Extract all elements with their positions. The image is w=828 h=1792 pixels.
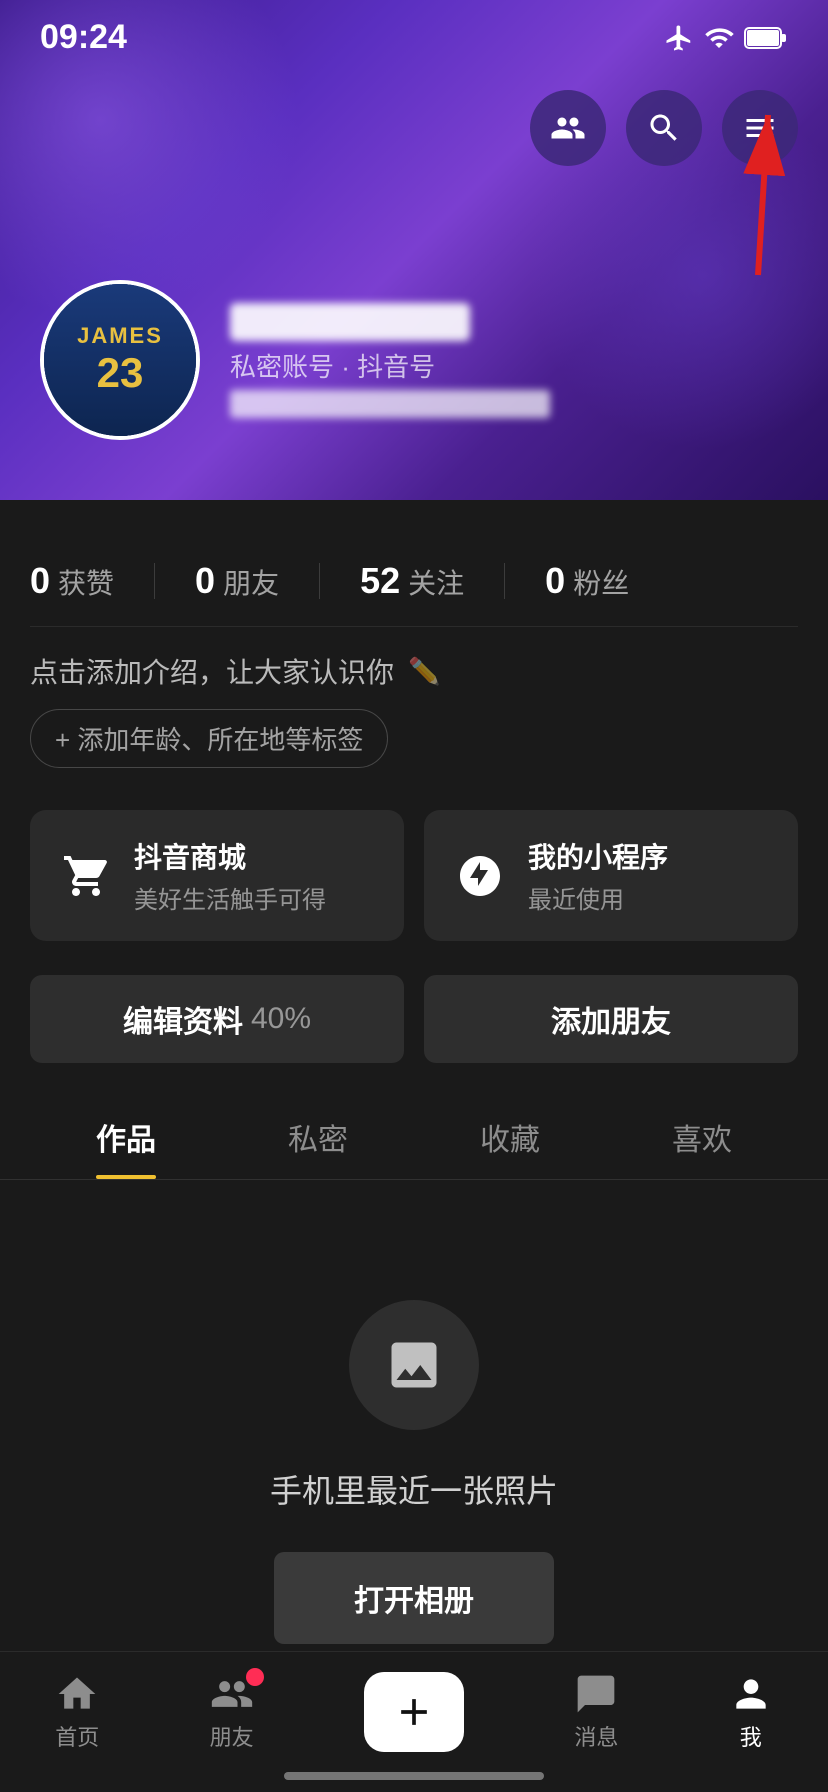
empty-title: 手机里最近一张照片 xyxy=(270,1466,558,1512)
bio-placeholder[interactable]: 点击添加介绍，让大家认识你 ✏️ xyxy=(30,651,798,691)
add-content-button[interactable] xyxy=(364,1672,464,1752)
nav-me[interactable]: 我 xyxy=(729,1672,773,1752)
stat-followers[interactable]: 0 粉丝 xyxy=(545,560,629,602)
nav-friends-label: 朋友 xyxy=(210,1720,254,1752)
nav-messages[interactable]: 消息 xyxy=(574,1672,618,1752)
jersey-graphic: JAMES 23 xyxy=(44,284,196,436)
following-count: 52 xyxy=(360,560,400,602)
mini-program-card[interactable]: 我的小程序 最近使用 xyxy=(424,810,798,941)
header-actions xyxy=(530,90,798,166)
avatar-image: JAMES 23 xyxy=(44,284,196,436)
followers-label: 粉丝 xyxy=(573,562,629,602)
stat-likes[interactable]: 0 获赞 xyxy=(30,560,114,602)
empty-icon-wrapper xyxy=(349,1300,479,1430)
mall-title: 抖音商城 xyxy=(134,836,326,876)
nav-home-label: 首页 xyxy=(55,1720,99,1752)
nav-messages-label: 消息 xyxy=(574,1720,618,1752)
add-tag-button[interactable]: + 添加年龄、所在地等标签 xyxy=(30,709,388,768)
mall-text: 抖音商城 美好生活触手可得 xyxy=(134,836,326,915)
tab-works-label: 作品 xyxy=(96,1124,156,1157)
edit-profile-button[interactable]: 编辑资料 40% xyxy=(30,975,404,1063)
tab-likes-label: 喜欢 xyxy=(672,1124,732,1157)
action-buttons: 编辑资料 40% 添加朋友 xyxy=(30,965,798,1091)
likes-count: 0 xyxy=(30,560,50,602)
mini-program-text: 我的小程序 最近使用 xyxy=(528,836,668,915)
jersey-number: 23 xyxy=(77,349,163,397)
add-friend-button[interactable]: 添加朋友 xyxy=(424,975,798,1063)
edit-label: 编辑资料 xyxy=(123,997,243,1041)
mini-program-title: 我的小程序 xyxy=(528,836,668,876)
likes-label: 获赞 xyxy=(58,562,114,602)
plus-icon xyxy=(392,1690,436,1734)
followers-count: 0 xyxy=(545,560,565,602)
main-content: 0 获赞 0 朋友 52 关注 0 粉丝 点击添加介绍，让大家认识你 ✏️ + … xyxy=(0,500,828,1792)
cart-icon xyxy=(58,848,114,904)
tabs-row: 作品 私密 收藏 喜欢 xyxy=(0,1091,828,1180)
user-sub-info: 私密账号 · 抖音号 xyxy=(230,347,550,384)
friends-label: 朋友 xyxy=(223,562,279,602)
friends-badge xyxy=(246,1668,264,1686)
username-blurred xyxy=(230,303,470,341)
edit-bio-icon: ✏️ xyxy=(408,656,440,687)
bio-text: 点击添加介绍，让大家认识你 xyxy=(30,651,394,691)
airplane-icon xyxy=(664,23,694,53)
profile-header: JAMES 23 私密账号 · 抖音号 xyxy=(0,0,828,500)
home-icon xyxy=(55,1672,99,1716)
bottom-nav: 首页 朋友 消息 我 xyxy=(0,1651,828,1792)
user-info: JAMES 23 私密账号 · 抖音号 xyxy=(40,280,550,440)
search-button[interactable] xyxy=(626,90,702,166)
nav-home[interactable]: 首页 xyxy=(55,1672,99,1752)
tab-works[interactable]: 作品 xyxy=(30,1091,222,1179)
tab-private-label: 私密 xyxy=(288,1124,348,1157)
status-time: 09:24 xyxy=(40,18,127,57)
bio-section: 点击添加介绍，让大家认识你 ✏️ + 添加年龄、所在地等标签 xyxy=(30,627,798,786)
nav-friends[interactable]: 朋友 xyxy=(210,1672,254,1752)
mini-program-subtitle: 最近使用 xyxy=(528,880,668,915)
mini-program-icon xyxy=(452,848,508,904)
open-album-button[interactable]: 打开相册 xyxy=(274,1552,554,1644)
stat-divider-2 xyxy=(319,563,320,599)
photo-icon xyxy=(384,1335,444,1395)
tab-likes[interactable]: 喜欢 xyxy=(606,1091,798,1179)
profile-nav-icon xyxy=(729,1672,773,1716)
nav-me-label: 我 xyxy=(740,1720,762,1752)
status-icons xyxy=(664,23,788,53)
edit-percent: 40% xyxy=(251,1002,311,1036)
douyin-id-blurred xyxy=(230,390,550,418)
friends-icon-button[interactable] xyxy=(530,90,606,166)
following-label: 关注 xyxy=(408,562,464,602)
nav-add[interactable] xyxy=(364,1672,464,1752)
user-text-info: 私密账号 · 抖音号 xyxy=(230,303,550,418)
friends-count: 0 xyxy=(195,560,215,602)
wifi-icon xyxy=(704,23,734,53)
empty-state: 手机里最近一张照片 打开相册 xyxy=(30,1180,798,1724)
messages-icon xyxy=(574,1672,618,1716)
stat-friends[interactable]: 0 朋友 xyxy=(195,560,279,602)
add-tag-label: + 添加年龄、所在地等标签 xyxy=(55,720,363,757)
stats-row: 0 获赞 0 朋友 52 关注 0 粉丝 xyxy=(30,530,798,627)
feature-row: 抖音商城 美好生活触手可得 我的小程序 最近使用 xyxy=(30,786,798,965)
status-bar: 09:24 xyxy=(0,0,828,67)
avatar[interactable]: JAMES 23 xyxy=(40,280,200,440)
mall-subtitle: 美好生活触手可得 xyxy=(134,880,326,915)
tab-private[interactable]: 私密 xyxy=(222,1091,414,1179)
menu-button[interactable] xyxy=(722,90,798,166)
open-album-label: 打开相册 xyxy=(354,1585,474,1618)
add-friend-label: 添加朋友 xyxy=(551,997,671,1041)
battery-icon xyxy=(744,25,788,51)
jersey-name: JAMES xyxy=(77,323,163,349)
home-indicator xyxy=(284,1772,544,1780)
stat-following[interactable]: 52 关注 xyxy=(360,560,464,602)
stat-divider-1 xyxy=(154,563,155,599)
privacy-label: 私密账号 · 抖音号 xyxy=(230,347,435,384)
tab-favorites-label: 收藏 xyxy=(480,1124,540,1157)
stat-divider-3 xyxy=(504,563,505,599)
tab-favorites[interactable]: 收藏 xyxy=(414,1091,606,1179)
douyin-mall-card[interactable]: 抖音商城 美好生活触手可得 xyxy=(30,810,404,941)
